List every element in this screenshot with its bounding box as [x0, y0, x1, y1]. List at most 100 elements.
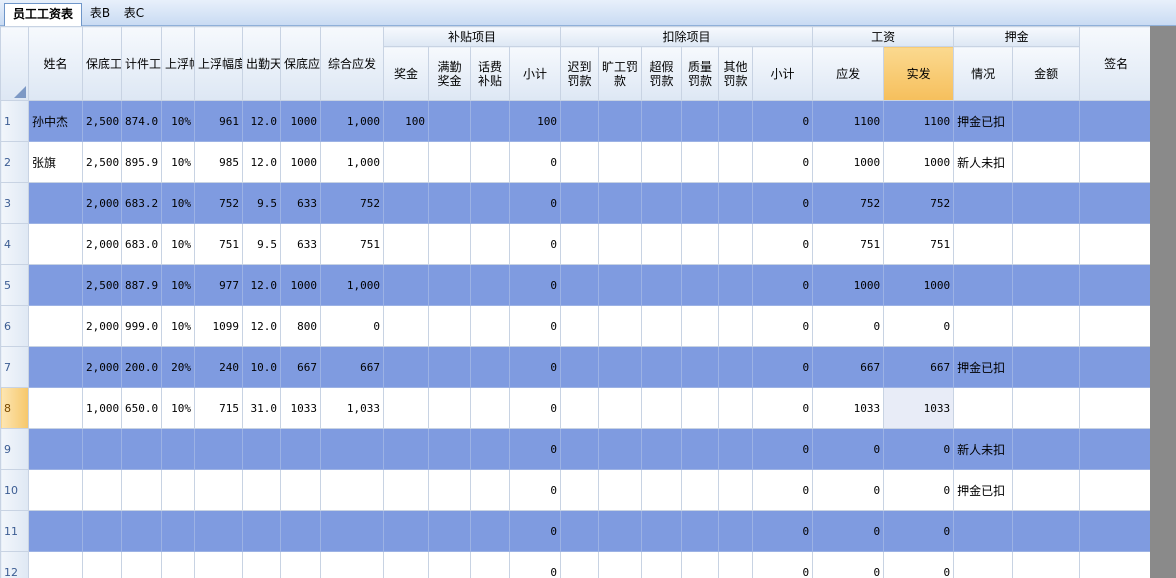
phone-subsidy-cell[interactable]: [470, 551, 510, 578]
base-wage-cell[interactable]: 2,000: [82, 346, 122, 388]
other-fine-cell[interactable]: [718, 551, 754, 578]
payable-cell[interactable]: 1033: [812, 387, 885, 429]
actual-cell[interactable]: 1100: [883, 100, 955, 142]
deposit-status-cell[interactable]: 押金已扣: [953, 100, 1014, 142]
full-attendance-cell[interactable]: [428, 346, 471, 388]
absent-fine-cell[interactable]: [598, 141, 643, 183]
late-fine-cell[interactable]: [560, 305, 600, 347]
row-header[interactable]: 2: [0, 141, 29, 183]
attendance-cell[interactable]: 9.5: [242, 182, 281, 224]
overleave-fine-cell[interactable]: [641, 264, 683, 306]
name-cell[interactable]: [28, 305, 83, 347]
col-header-subsidy-subtotal[interactable]: 小计: [508, 46, 562, 101]
actual-cell[interactable]: 752: [883, 182, 955, 224]
signature-cell[interactable]: [1079, 346, 1150, 388]
base-payable-cell[interactable]: 667: [280, 346, 321, 388]
piece-wage-cell[interactable]: 683.0: [121, 223, 162, 265]
name-cell[interactable]: [28, 182, 83, 224]
quality-fine-cell[interactable]: [681, 264, 720, 306]
sheet-tab-b[interactable]: 表B: [84, 3, 116, 25]
group-header-deposit[interactable]: 押金: [953, 26, 1081, 47]
col-header-piece-wage[interactable]: 计件工资: [121, 26, 162, 101]
deposit-amount-cell[interactable]: [1012, 141, 1081, 183]
subsidy-subtotal-cell[interactable]: 0: [508, 141, 562, 183]
late-fine-cell[interactable]: [560, 510, 600, 552]
base-payable-cell[interactable]: 1000: [280, 141, 321, 183]
deduction-subtotal-cell[interactable]: 0: [752, 141, 814, 183]
late-fine-cell[interactable]: [560, 223, 600, 265]
deduction-subtotal-cell[interactable]: 0: [752, 182, 814, 224]
deposit-amount-cell[interactable]: [1012, 551, 1081, 578]
full-attendance-cell[interactable]: [428, 510, 471, 552]
actual-cell[interactable]: 1033: [883, 387, 955, 429]
phone-subsidy-cell[interactable]: [470, 223, 510, 265]
overleave-fine-cell[interactable]: [641, 551, 683, 578]
base-payable-cell[interactable]: 800: [280, 305, 321, 347]
absent-fine-cell[interactable]: [598, 182, 643, 224]
signature-cell[interactable]: [1079, 469, 1150, 511]
bonus-cell[interactable]: [383, 551, 429, 578]
float-wage-cell[interactable]: 715: [194, 387, 243, 429]
subsidy-subtotal-cell[interactable]: 0: [508, 346, 562, 388]
absent-fine-cell[interactable]: [598, 510, 643, 552]
full-attendance-cell[interactable]: [428, 100, 471, 142]
overleave-fine-cell[interactable]: [641, 469, 683, 511]
float-wage-cell[interactable]: [194, 469, 243, 511]
deposit-status-cell[interactable]: 新人未扣: [953, 428, 1014, 470]
deposit-status-cell[interactable]: 新人未扣: [953, 141, 1014, 183]
attendance-cell[interactable]: [242, 469, 281, 511]
deposit-amount-cell[interactable]: [1012, 346, 1081, 388]
name-cell[interactable]: 张旗: [28, 141, 83, 183]
name-cell[interactable]: [28, 346, 83, 388]
float-wage-cell[interactable]: 752: [194, 182, 243, 224]
deduction-subtotal-cell[interactable]: 0: [752, 469, 814, 511]
float-wage-cell[interactable]: 751: [194, 223, 243, 265]
col-header-deposit-amount[interactable]: 金额: [1012, 46, 1081, 101]
overleave-fine-cell[interactable]: [641, 510, 683, 552]
row-header[interactable]: 8: [0, 387, 29, 429]
subsidy-subtotal-cell[interactable]: 0: [508, 428, 562, 470]
piece-wage-cell[interactable]: 683.2: [121, 182, 162, 224]
overleave-fine-cell[interactable]: [641, 223, 683, 265]
deduction-subtotal-cell[interactable]: 0: [752, 100, 814, 142]
col-header-phone-subsidy[interactable]: 话费补贴: [470, 46, 510, 101]
total-payable-cell[interactable]: 1,000: [320, 141, 384, 183]
phone-subsidy-cell[interactable]: [470, 346, 510, 388]
payable-cell[interactable]: 0: [812, 551, 885, 578]
col-header-attendance[interactable]: 出勤天数: [242, 26, 281, 101]
bonus-cell[interactable]: [383, 346, 429, 388]
col-header-signature[interactable]: 签名: [1079, 26, 1150, 101]
piece-wage-cell[interactable]: [121, 551, 162, 578]
total-payable-cell[interactable]: [320, 510, 384, 552]
sheet-tab-salary[interactable]: 员工工资表: [4, 3, 82, 26]
row-header[interactable]: 5: [0, 264, 29, 306]
other-fine-cell[interactable]: [718, 100, 754, 142]
col-header-float-rate[interactable]: 上浮幅度: [161, 26, 195, 101]
deposit-status-cell[interactable]: [953, 264, 1014, 306]
late-fine-cell[interactable]: [560, 100, 600, 142]
float-wage-cell[interactable]: 977: [194, 264, 243, 306]
row-header[interactable]: 3: [0, 182, 29, 224]
group-header-subsidy[interactable]: 补贴项目: [382, 26, 562, 47]
float-rate-cell[interactable]: 20%: [161, 346, 195, 388]
base-payable-cell[interactable]: 633: [280, 182, 321, 224]
phone-subsidy-cell[interactable]: [470, 141, 510, 183]
bonus-cell[interactable]: [383, 469, 429, 511]
bonus-cell[interactable]: [383, 264, 429, 306]
absent-fine-cell[interactable]: [598, 100, 643, 142]
deposit-amount-cell[interactable]: [1012, 469, 1081, 511]
base-wage-cell[interactable]: [82, 469, 122, 511]
base-wage-cell[interactable]: [82, 510, 122, 552]
attendance-cell[interactable]: 12.0: [242, 264, 281, 306]
attendance-cell[interactable]: 12.0: [242, 305, 281, 347]
base-payable-cell[interactable]: [280, 510, 321, 552]
base-wage-cell[interactable]: [82, 551, 122, 578]
base-payable-cell[interactable]: [280, 469, 321, 511]
float-wage-cell[interactable]: 240: [194, 346, 243, 388]
base-wage-cell[interactable]: 2,000: [82, 223, 122, 265]
phone-subsidy-cell[interactable]: [470, 387, 510, 429]
deposit-amount-cell[interactable]: [1012, 100, 1081, 142]
late-fine-cell[interactable]: [560, 469, 600, 511]
deposit-status-cell[interactable]: [953, 305, 1014, 347]
quality-fine-cell[interactable]: [681, 100, 720, 142]
